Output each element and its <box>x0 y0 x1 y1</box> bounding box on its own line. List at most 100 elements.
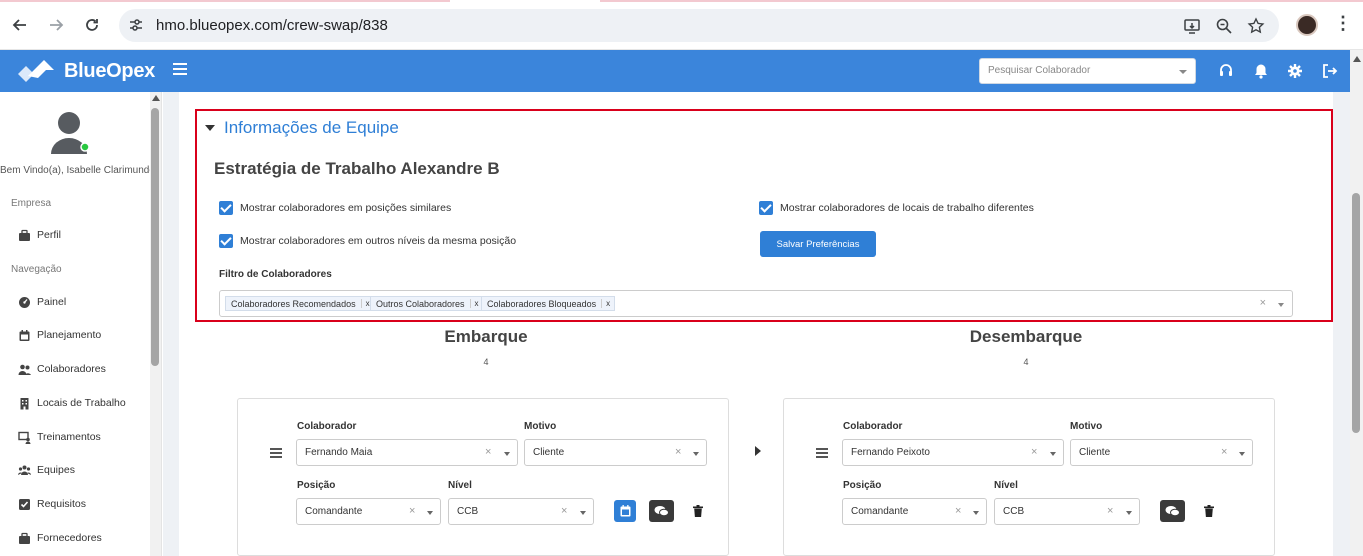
desembarque-title: Desembarque <box>969 327 1083 346</box>
chevron-down-icon <box>1126 511 1132 515</box>
desembarque-nivel-select[interactable]: CCB × <box>994 498 1140 525</box>
logout-icon[interactable] <box>1322 63 1338 79</box>
gear-icon[interactable] <box>1287 63 1303 79</box>
delete-button[interactable] <box>1198 500 1220 522</box>
desembarque-motivo-select[interactable]: Cliente × <box>1070 439 1253 466</box>
sidebar-item-label: Equipes <box>37 464 75 476</box>
sidebar-item-equipes[interactable]: Equipes <box>18 461 75 479</box>
menu-toggle-icon[interactable] <box>173 62 187 80</box>
embarque-colaborador-select[interactable]: Fernando Maia × <box>296 439 518 466</box>
url-text[interactable]: hmo.blueopex.com/crew-swap/838 <box>156 17 388 34</box>
scroll-up-icon[interactable] <box>1353 56 1361 62</box>
page-scrollbar[interactable] <box>1350 50 1363 556</box>
clear-icon[interactable]: × <box>1031 446 1037 458</box>
app-logo[interactable]: BlueOpex <box>16 58 155 84</box>
clear-icon[interactable]: × <box>485 446 491 458</box>
reload-icon[interactable] <box>81 14 103 36</box>
bell-icon[interactable] <box>1253 63 1269 79</box>
calendar-icon <box>19 329 30 341</box>
users-icon <box>18 364 31 375</box>
option-other-levels[interactable]: Mostrar colaboradores em outros níveis d… <box>219 234 516 248</box>
scroll-up-icon[interactable] <box>152 95 160 101</box>
clear-icon[interactable]: × <box>561 505 567 517</box>
scrollbar-thumb[interactable] <box>151 108 159 366</box>
calendar-button[interactable] <box>614 500 636 522</box>
briefcase-icon <box>19 532 30 544</box>
desembarque-colaborador-select[interactable]: Fernando Peixoto × <box>842 439 1064 466</box>
presentation-icon <box>18 431 31 444</box>
bookmark-star-icon[interactable] <box>1247 17 1265 35</box>
embarque-motivo-select[interactable]: Cliente × <box>524 439 707 466</box>
option-label: Mostrar colaboradores em posições simila… <box>240 202 452 214</box>
embarque-posicao-select[interactable]: Comandante × <box>296 498 441 525</box>
calendar-icon <box>620 505 630 517</box>
chevron-down-icon <box>1179 70 1187 74</box>
clear-icon[interactable]: × <box>1221 446 1227 458</box>
sidebar-item-fornecedores[interactable]: Fornecedores <box>18 529 102 547</box>
sidebar-section-company: Empresa <box>11 198 52 209</box>
caret-down-icon <box>205 125 215 131</box>
checkbox-checked[interactable] <box>759 201 773 215</box>
sidebar-item-treinamentos[interactable]: Treinamentos <box>18 428 101 446</box>
headset-icon[interactable] <box>1218 63 1234 79</box>
sidebar-scrollbar[interactable] <box>150 92 161 556</box>
sidebar-item-colaboradores[interactable]: Colaboradores <box>18 360 106 378</box>
chevron-down-icon <box>427 511 433 515</box>
clear-icon[interactable]: × <box>1107 505 1113 517</box>
sidebar-item-perfil[interactable]: Perfil <box>18 226 61 244</box>
chevron-down-icon <box>973 511 979 515</box>
site-settings-icon[interactable] <box>128 17 144 33</box>
sidebar-item-painel[interactable]: Painel <box>18 293 66 311</box>
field-label: Motivo <box>524 421 557 432</box>
chevron-down-icon <box>504 452 510 456</box>
sidebar-item-label: Painel <box>37 296 67 308</box>
address-bar[interactable]: hmo.blueopex.com/crew-swap/838 <box>119 9 1279 42</box>
embarque-count: 4 <box>483 357 489 367</box>
sidebar-item-label: Planejamento <box>37 329 102 341</box>
sidebar-item-requisitos[interactable]: Requisitos <box>18 495 86 513</box>
checkbox-checked[interactable] <box>219 234 233 248</box>
collaborator-search-select[interactable]: Pesquisar Colaborador <box>979 58 1196 84</box>
scrollbar-thumb[interactable] <box>1352 193 1360 433</box>
clear-icon[interactable]: × <box>675 446 681 458</box>
back-icon[interactable] <box>9 14 31 36</box>
strategy-title: Estratégia de Trabalho Alexandre B <box>214 159 500 178</box>
clear-icon[interactable]: × <box>955 505 961 517</box>
search-placeholder: Pesquisar Colaborador <box>988 65 1091 76</box>
welcome-text: Bem Vindo(a), Isabelle Clarimundo <box>0 165 150 176</box>
chevron-down-icon[interactable] <box>1278 303 1284 307</box>
field-label: Posição <box>297 480 336 491</box>
option-similar-positions[interactable]: Mostrar colaboradores em posições simila… <box>219 201 451 215</box>
chevron-down-icon <box>1239 452 1245 456</box>
remove-tag-icon[interactable]: x <box>601 299 614 308</box>
collaborator-filter-select[interactable]: Colaboradores Recomendados x Outros Cola… <box>219 290 1293 317</box>
zoom-icon[interactable] <box>1215 17 1233 35</box>
chevron-down-icon <box>693 452 699 456</box>
chat-button[interactable] <box>649 500 674 522</box>
filter-tag-label: Colaboradores Recomendados <box>231 298 356 309</box>
checkbox-checked[interactable] <box>219 201 233 215</box>
drag-handle-icon[interactable] <box>270 448 282 458</box>
sidebar-item-label: Treinamentos <box>37 431 101 443</box>
drag-handle-icon[interactable] <box>816 448 828 458</box>
comments-icon <box>654 506 669 517</box>
sidebar-item-label: Requisitos <box>37 498 87 510</box>
desembarque-posicao-select[interactable]: Comandante × <box>842 498 987 525</box>
delete-button[interactable] <box>687 500 709 522</box>
install-app-icon[interactable] <box>1183 17 1201 35</box>
sidebar-item-planejamento[interactable]: Planejamento <box>18 326 101 344</box>
team-info-toggle[interactable]: Informações de Equipe <box>205 118 399 138</box>
clear-icon[interactable]: × <box>409 505 415 517</box>
embarque-nivel-select[interactable]: CCB × <box>448 498 594 525</box>
chat-button[interactable] <box>1160 500 1185 522</box>
sidebar-item-locais-de-trabalho[interactable]: Locais de Trabalho <box>18 394 126 412</box>
browser-menu-icon[interactable]: ⋮ <box>1334 13 1352 34</box>
forward-icon[interactable] <box>45 14 67 36</box>
clear-filter-icon[interactable]: × <box>1260 297 1266 309</box>
profile-avatar[interactable] <box>1296 14 1318 36</box>
option-different-locations[interactable]: Mostrar colaboradores de locais de traba… <box>759 201 1034 215</box>
chevron-down-icon <box>580 511 586 515</box>
brand-name: BlueOpex <box>64 59 155 82</box>
trash-icon <box>1204 505 1214 517</box>
save-preferences-button[interactable]: Salvar Preferências <box>760 231 876 257</box>
